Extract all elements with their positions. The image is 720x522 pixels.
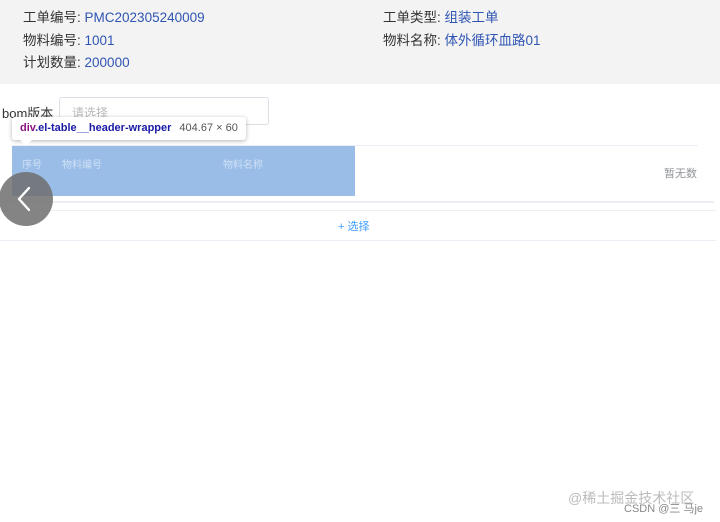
tooltip-arrow: [20, 140, 32, 146]
material-code-value: 1001: [84, 33, 115, 48]
table-header-wrapper-highlight: 序号 物料编号 物料名称: [12, 146, 355, 196]
column-header-index: 序号: [22, 160, 42, 171]
work-order-type: 工单类型: 组装工单: [383, 9, 499, 27]
planned-quantity: 计划数量: 200000: [23, 54, 130, 72]
work-order-info-panel: 工单编号: PMC202305240009 工单类型: 组装工单 物料编号: 1…: [0, 0, 720, 84]
work-order-type-value: 组装工单: [444, 10, 499, 25]
work-order-number-value: PMC202305240009: [84, 10, 205, 25]
material-code-label: 物料编号:: [23, 33, 81, 48]
work-order-type-label: 工单类型:: [383, 10, 441, 25]
table-bottom-border: [0, 201, 714, 203]
material-name-label: 物料名称:: [383, 33, 441, 48]
work-order-number: 工单编号: PMC202305240009: [23, 9, 205, 27]
add-row: + 选择: [0, 210, 716, 241]
tooltip-tag: div: [20, 122, 36, 134]
column-header-material-code: 物料编号: [62, 160, 102, 171]
material-name-value: 体外循环血路01: [444, 33, 541, 48]
back-button[interactable]: [0, 172, 53, 226]
add-select-button[interactable]: + 选择: [338, 218, 369, 234]
planned-quantity-label: 计划数量:: [23, 55, 81, 70]
tooltip-class: .el-table__header-wrapper: [35, 122, 172, 134]
planned-quantity-value: 200000: [84, 55, 130, 70]
tooltip-size: 404.67 × 60: [179, 122, 238, 134]
chevron-left-icon: [17, 186, 31, 212]
watermark-author: CSDN @三 马je: [624, 503, 704, 515]
devtools-inspect-tooltip: div.el-table__header-wrapper 404.67 × 60: [12, 117, 246, 140]
work-order-number-label: 工单编号:: [23, 10, 81, 25]
table-empty-text: 暂无数: [664, 168, 697, 180]
material-code: 物料编号: 1001: [23, 32, 115, 50]
column-header-material-name: 物料名称: [223, 160, 263, 171]
material-name: 物料名称: 体外循环血路01: [383, 32, 541, 50]
